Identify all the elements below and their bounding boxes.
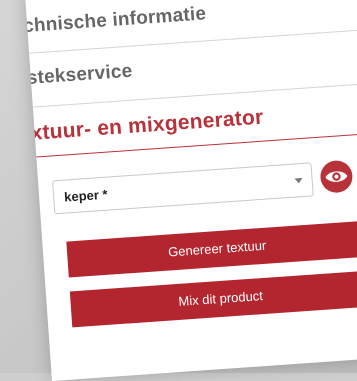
section-title-technische-informatie: chnische informatie	[22, 3, 207, 38]
section-title-textuur-mixgenerator: xtuur- en mixgenerator	[29, 105, 265, 145]
chevron-down-icon	[294, 177, 303, 184]
preview-eye-button[interactable]	[319, 159, 354, 194]
eye-icon	[325, 171, 348, 182]
generate-texture-button[interactable]: Genereer textuur	[66, 220, 357, 278]
mix-product-button[interactable]: Mix dit product	[69, 270, 357, 328]
section-title-stekservice: stekservice	[26, 60, 134, 89]
pattern-select-value: keper *	[63, 186, 108, 205]
product-options-panel: chnische informatie stekservice xtuur- e…	[22, 0, 357, 381]
pattern-select[interactable]: keper *	[52, 162, 314, 215]
